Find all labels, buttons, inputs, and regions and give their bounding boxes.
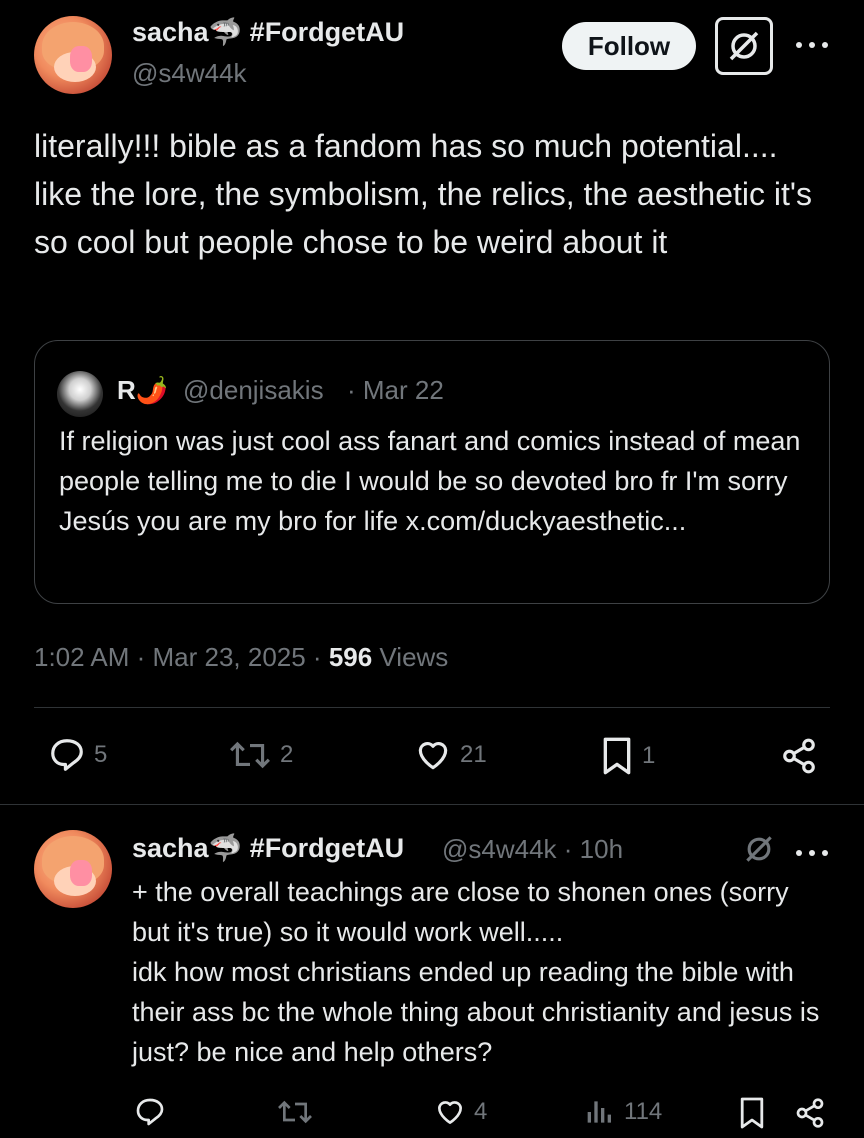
bookmark-icon: [603, 737, 631, 775]
author-handle[interactable]: @s4w44k: [132, 58, 247, 89]
repost-count: 2: [280, 741, 294, 768]
divider: [34, 707, 830, 708]
reply-icon: [136, 1098, 164, 1126]
reply-button[interactable]: 5: [48, 736, 107, 774]
heart-icon: [438, 1101, 462, 1124]
reply-icon: [51, 739, 83, 771]
quote-author-name: R🌶️: [117, 375, 169, 405]
views-count: 596: [328, 642, 373, 672]
reply-like-count: 4: [474, 1098, 488, 1125]
repost-icon: [278, 1100, 312, 1124]
share-icon: [796, 1098, 824, 1128]
grok-button[interactable]: [715, 17, 773, 75]
reply-bookmark-button[interactable]: [738, 1096, 766, 1130]
reply-author-avatar[interactable]: [34, 830, 112, 908]
reply-views-count: 114: [624, 1098, 663, 1125]
like-count: 21: [460, 741, 487, 768]
like-button[interactable]: 21: [414, 736, 487, 774]
quote-text: If religion was just cool ass fanart and…: [59, 426, 801, 536]
bookmark-icon: [740, 1097, 764, 1129]
reply-reply-button[interactable]: [134, 1096, 166, 1128]
post-text: literally!!! bible as a fandom has so mu…: [34, 128, 812, 260]
grok-icon: [729, 31, 759, 61]
more-options-icon[interactable]: [794, 38, 830, 56]
reply-share-button[interactable]: [794, 1096, 826, 1130]
grok-icon[interactable]: [742, 832, 776, 871]
reply-views-button[interactable]: 114: [584, 1096, 662, 1128]
reply-text: + the overall teachings are close to sho…: [132, 877, 820, 1067]
timestamp-text: 1:02 AM · Mar 23, 2025 ·: [34, 642, 329, 672]
reply-count: 5: [94, 741, 108, 768]
reply-author-handle[interactable]: @s4w44k · 10h: [442, 834, 623, 865]
views-label: Views: [372, 642, 449, 672]
quoted-post[interactable]: R🌶️ @denjisakis · Mar 22 If religion was…: [34, 340, 830, 604]
bookmark-button[interactable]: 1: [600, 736, 655, 776]
more-options-icon[interactable]: [794, 846, 830, 864]
reply-repost-button[interactable]: [276, 1096, 314, 1128]
quote-author-handle: @denjisakis: [183, 375, 324, 405]
quote-author-avatar: [57, 371, 103, 417]
author-avatar[interactable]: [34, 16, 112, 94]
heart-icon: [418, 742, 448, 770]
repost-button[interactable]: 2: [228, 736, 293, 774]
bookmark-count: 1: [642, 742, 656, 769]
share-icon: [783, 738, 815, 774]
follow-button[interactable]: Follow: [562, 22, 696, 70]
reply-like-button[interactable]: 4: [434, 1096, 487, 1128]
share-button[interactable]: [780, 736, 818, 776]
post-timestamp: 1:02 AM · Mar 23, 2025 · 596 Views: [34, 642, 448, 673]
views-icon: [587, 1101, 611, 1123]
author-name[interactable]: sacha🦈 #FordgetAU: [132, 16, 404, 48]
repost-icon: [230, 741, 270, 769]
reply-author-name[interactable]: sacha🦈 #FordgetAU: [132, 832, 404, 864]
quote-date: · Mar 22: [347, 375, 444, 405]
divider: [0, 804, 864, 805]
